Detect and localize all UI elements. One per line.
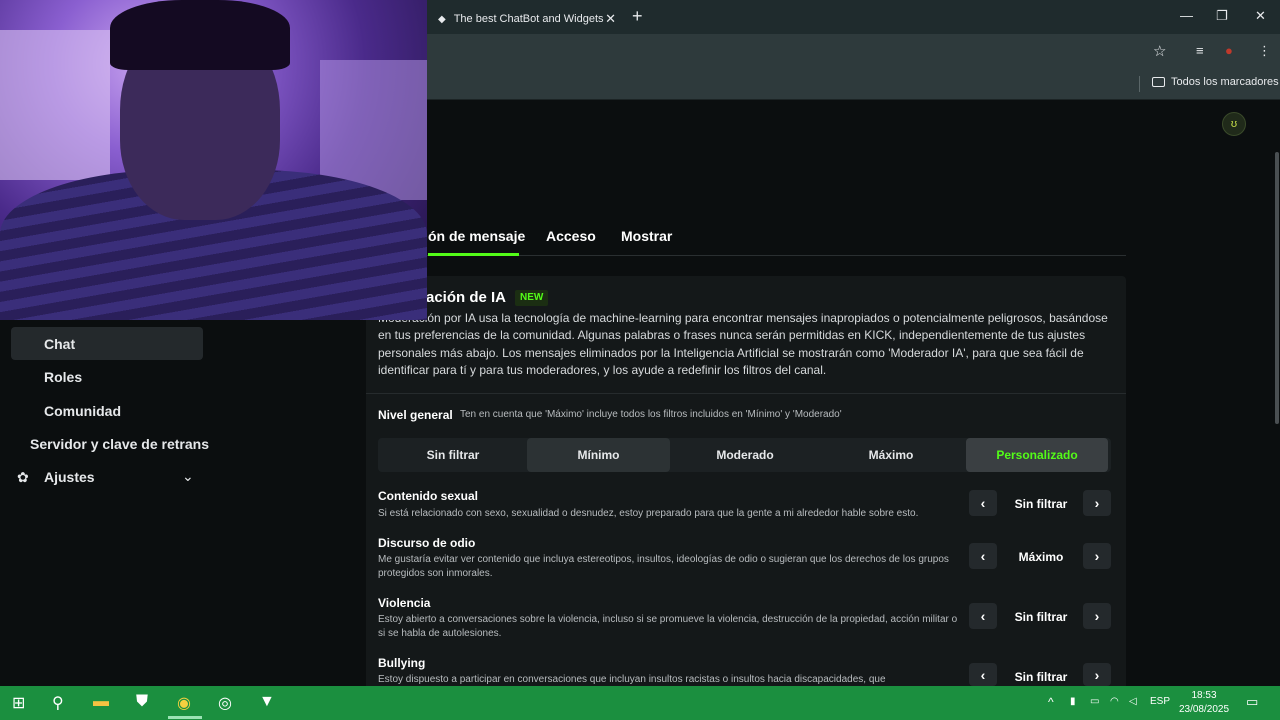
- gear-icon: ✿: [17, 469, 29, 485]
- microphone-icon[interactable]: ▮: [1070, 696, 1076, 707]
- browser-tab[interactable]: ◆ The best ChatBot and Widgets ✕: [428, 4, 624, 34]
- language-indicator[interactable]: ESP: [1150, 696, 1170, 707]
- tab-mostrar[interactable]: Mostrar: [621, 228, 672, 244]
- filter-value-violencia: Sin filtrar: [1014, 610, 1068, 624]
- tray-expand-icon[interactable]: ^: [1048, 695, 1054, 709]
- tab-acceso[interactable]: Acceso: [546, 228, 596, 244]
- app-icon[interactable]: ▼: [259, 693, 275, 711]
- bookmark-star-icon[interactable]: ☆: [1153, 42, 1166, 60]
- filter-value-sexual: Sin filtrar: [1014, 497, 1068, 511]
- scrollbar-thumb[interactable]: [1275, 152, 1279, 424]
- active-app-indicator: [168, 716, 202, 719]
- tab-mensaje[interactable]: ón de mensaje: [428, 228, 525, 244]
- filter-title-odio: Discurso de odio: [378, 536, 476, 550]
- filter-title-bullying: Bullying: [378, 656, 426, 670]
- filter-desc-violencia: Estoy abierto a conversaciones sobre la …: [378, 614, 958, 639]
- level-option-minimo[interactable]: Mínimo: [527, 438, 670, 472]
- active-tab-indicator: [428, 253, 519, 256]
- nivel-general-hint: Ten en cuenta que 'Máximo' incluye todos…: [460, 409, 842, 420]
- filter-value-odio: Máximo: [1018, 550, 1064, 564]
- level-option-personalizado[interactable]: Personalizado: [966, 438, 1108, 472]
- prev-arrow-button[interactable]: ‹: [969, 603, 997, 629]
- sidebar-item-chat[interactable]: Chat: [44, 336, 75, 352]
- webcam-background-left: [0, 30, 110, 180]
- filter-desc-sexual: Si está relacionado con sexo, sexualidad…: [378, 508, 919, 519]
- level-option-sin-filtrar[interactable]: Sin filtrar: [380, 438, 526, 472]
- level-option-moderado[interactable]: Moderado: [672, 438, 818, 472]
- minimize-button[interactable]: —: [1180, 8, 1193, 23]
- next-arrow-button[interactable]: ›: [1083, 663, 1111, 686]
- clock-time: 18:53: [1191, 690, 1217, 701]
- chevron-down-icon[interactable]: ⌄: [182, 468, 194, 485]
- next-arrow-button[interactable]: ›: [1083, 490, 1111, 516]
- new-tab-button[interactable]: +: [632, 6, 643, 27]
- start-icon[interactable]: ⊞: [12, 693, 25, 713]
- prev-arrow-button[interactable]: ‹: [969, 543, 997, 569]
- search-icon[interactable]: ⚲: [52, 693, 64, 713]
- prev-arrow-button[interactable]: ‹: [969, 490, 997, 516]
- section-description: Moderación por IA usa la tecnología de m…: [378, 311, 1108, 377]
- nivel-general-label: Nivel general: [378, 408, 453, 422]
- section-title: ación de IA: [426, 289, 507, 306]
- filter-value-bullying: Sin filtrar: [1014, 670, 1068, 684]
- defender-icon[interactable]: ⛊: [136, 693, 148, 711]
- obs-icon[interactable]: ◎: [218, 693, 232, 713]
- filter-desc-odio: Me gustaría evitar ver contenido que inc…: [378, 554, 949, 579]
- sidebar-item-roles[interactable]: Roles: [44, 369, 82, 385]
- all-bookmarks-label: Todos los marcadores: [1171, 76, 1279, 88]
- tab-title: The best ChatBot and Widgets: [453, 13, 604, 25]
- filter-title-sexual: Contenido sexual: [378, 489, 479, 503]
- webcam-overlay: [0, 0, 427, 320]
- media-controls-icon[interactable]: ≡: [1196, 43, 1204, 58]
- user-avatar[interactable]: ʊ: [1222, 112, 1246, 136]
- profile-icon[interactable]: ●: [1225, 43, 1233, 58]
- maximize-button[interactable]: ❐: [1216, 8, 1228, 24]
- folder-icon: [1152, 77, 1165, 87]
- chrome-icon[interactable]: ◉: [177, 693, 191, 713]
- clock-date: 23/08/2025: [1178, 704, 1230, 715]
- sidebar-active-highlight: [11, 327, 203, 360]
- close-window-button[interactable]: ✕: [1255, 8, 1266, 24]
- tab-favicon-icon: ◆: [438, 13, 446, 25]
- new-badge: NEW: [515, 290, 549, 306]
- windows-taskbar: [0, 686, 1280, 720]
- bookmarks-separator: [1139, 76, 1140, 92]
- level-option-maximo[interactable]: Máximo: [818, 438, 964, 472]
- prev-arrow-button[interactable]: ‹: [969, 663, 997, 686]
- section-divider: [366, 393, 1126, 394]
- sidebar-item-servidor[interactable]: Servidor y clave de retrans: [30, 436, 209, 452]
- tab-close-icon[interactable]: ✕: [605, 11, 616, 27]
- sidebar-item-ajustes[interactable]: Ajustes: [44, 469, 95, 485]
- notifications-icon[interactable]: ▭: [1246, 694, 1258, 710]
- file-explorer-icon[interactable]: ▬: [93, 693, 109, 711]
- next-arrow-button[interactable]: ›: [1083, 603, 1111, 629]
- all-bookmarks-folder[interactable]: Todos los marcadores: [1152, 76, 1279, 88]
- sidebar-item-comunidad[interactable]: Comunidad: [44, 403, 121, 419]
- volume-icon[interactable]: ◁: [1129, 696, 1137, 707]
- webcam-person-hair: [110, 0, 290, 70]
- battery-icon[interactable]: ▭: [1090, 696, 1099, 707]
- filter-title-violencia: Violencia: [378, 596, 431, 610]
- filter-desc-bullying: Estoy dispuesto a participar en conversa…: [378, 674, 886, 685]
- next-arrow-button[interactable]: ›: [1083, 543, 1111, 569]
- taskbar-clock[interactable]: 18:53 23/08/2025: [1176, 689, 1232, 717]
- browser-menu-icon[interactable]: ⋮: [1258, 43, 1271, 59]
- wifi-icon[interactable]: ◠: [1110, 696, 1119, 707]
